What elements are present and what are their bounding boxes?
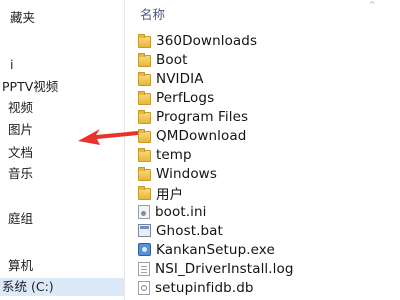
executable-icon (138, 243, 151, 256)
file-name: PerfLogs (156, 89, 215, 106)
file-name: Boot (156, 51, 188, 68)
batch-file-icon (138, 224, 151, 237)
file-row[interactable]: temp (138, 145, 192, 164)
red-arrow-annotation-icon (78, 129, 138, 145)
database-file-icon (138, 280, 150, 295)
file-list-pane: 名称 ^ 360Downloads Boot NVIDIA PerfLogs P… (125, 0, 400, 300)
file-row[interactable]: Windows (138, 164, 217, 183)
file-name: QMDownload (156, 127, 247, 144)
folder-icon (138, 147, 151, 162)
folder-icon (138, 109, 151, 124)
file-row[interactable]: QMDownload (138, 126, 246, 145)
file-row[interactable]: Boot (138, 50, 187, 69)
nav-item-computer[interactable]: 算机 (8, 257, 33, 275)
file-row[interactable]: PerfLogs (138, 88, 214, 107)
nav-item-favorites[interactable]: 藏夹 (10, 9, 35, 27)
file-row[interactable]: 用户 (138, 183, 184, 203)
folder-icon (138, 185, 151, 200)
file-row[interactable]: Program Files (138, 107, 248, 126)
file-row[interactable]: NSI_DriverInstall.log (138, 259, 294, 278)
arrow-shape (78, 129, 138, 145)
file-name: Program Files (156, 108, 249, 125)
file-name: 360Downloads (156, 32, 258, 49)
nav-item-pictures[interactable]: 图片 (8, 121, 33, 139)
file-row[interactable]: boot.ini (138, 202, 207, 221)
file-row[interactable]: KankanSetup.exe (138, 240, 275, 259)
nav-item-pptv-video[interactable]: PPTV视频 (2, 78, 58, 96)
file-row[interactable]: NVIDIA (138, 69, 204, 88)
file-name: NSI_DriverInstall.log (155, 260, 294, 277)
nav-item-homegroup[interactable]: 庭组 (8, 210, 33, 228)
folder-icon (138, 33, 151, 48)
folder-icon (138, 71, 151, 86)
file-name: temp (156, 146, 192, 163)
file-name: NVIDIA (156, 70, 204, 87)
navigation-pane: 藏夹 i PPTV视频 视频 图片 文档 音乐 庭组 算机 系统 (C:) (0, 0, 124, 300)
file-row[interactable]: setupinfidb.db (138, 278, 254, 297)
file-name: Ghost.bat (156, 222, 223, 239)
nav-item-music[interactable]: 音乐 (8, 165, 33, 183)
file-name: 用户 (156, 186, 184, 203)
file-name: boot.ini (155, 203, 207, 220)
nav-item-documents[interactable]: 文档 (8, 144, 33, 162)
folder-icon (138, 52, 151, 67)
folder-icon (138, 90, 151, 105)
nav-item-video[interactable]: 视频 (8, 99, 33, 117)
sort-ascending-icon: ^ (369, 0, 376, 9)
config-file-icon (138, 204, 150, 219)
nav-item-libraries[interactable]: i (10, 56, 13, 74)
file-name: setupinfidb.db (155, 279, 254, 296)
file-name: KankanSetup.exe (156, 241, 275, 258)
file-name: Windows (156, 165, 217, 182)
name-column-header[interactable]: 名称 (140, 4, 165, 23)
folder-icon (138, 166, 151, 181)
file-row[interactable]: 360Downloads (138, 31, 257, 50)
log-file-icon (138, 261, 150, 276)
file-row[interactable]: Ghost.bat (138, 221, 223, 240)
nav-item-system-c-drive[interactable]: 系统 (C:) (0, 278, 124, 296)
